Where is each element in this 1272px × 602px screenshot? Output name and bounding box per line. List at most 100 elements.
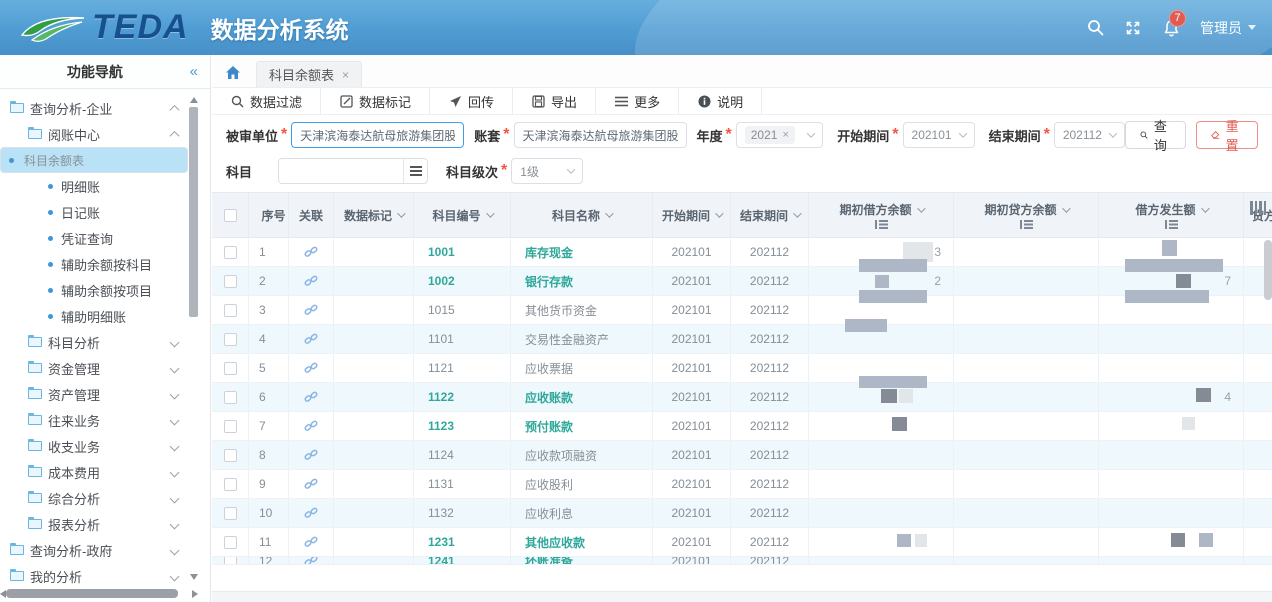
data-filter-button[interactable]: 数据过滤 xyxy=(212,88,321,114)
sort-icon[interactable] xyxy=(917,204,925,212)
table-row[interactable]: 5 1121 应收票据 202101 202112 xyxy=(212,354,1272,383)
sidebar-item-aux-balance-project[interactable]: 辅助余额按项目 xyxy=(0,277,188,303)
close-icon[interactable]: × xyxy=(342,68,349,82)
send-back-button[interactable]: 回传 xyxy=(430,88,513,114)
home-icon[interactable] xyxy=(220,60,246,84)
more-button[interactable]: 更多 xyxy=(596,88,679,114)
link-icon[interactable] xyxy=(304,332,318,346)
row-checkbox[interactable] xyxy=(224,333,237,346)
row-checkbox[interactable] xyxy=(224,275,237,288)
link-icon[interactable] xyxy=(304,274,318,288)
search-icon[interactable] xyxy=(1086,19,1104,37)
table-row[interactable]: 6 1122 应收账款 202101 202112 4 xyxy=(212,383,1272,412)
sort-icon[interactable] xyxy=(793,209,801,217)
subject-input[interactable] xyxy=(287,159,403,183)
folder-icon xyxy=(28,389,42,399)
sidebar-collapse-icon[interactable]: « xyxy=(190,63,198,80)
row-checkbox[interactable] xyxy=(224,246,237,259)
sidebar-vertical-scrollbar[interactable] xyxy=(189,95,198,582)
end-period-select[interactable]: 202112 xyxy=(1054,122,1125,148)
table-vertical-scrollbar[interactable] xyxy=(1264,240,1272,300)
sidebar-item-transactions[interactable]: 往来业务 xyxy=(0,407,188,433)
link-icon[interactable] xyxy=(304,506,318,520)
tab-subject-balance[interactable]: 科目余额表 × xyxy=(256,61,362,87)
folder-icon xyxy=(28,363,42,373)
table-row[interactable]: 4 1101 交易性金融资产 202101 202112 xyxy=(212,325,1272,354)
row-checkbox[interactable] xyxy=(224,478,237,491)
row-checkbox[interactable] xyxy=(224,557,237,565)
subject-level-select[interactable]: 1级 xyxy=(511,158,583,184)
sidebar-item-income-expense[interactable]: 收支业务 xyxy=(0,433,188,459)
notifications-bell-icon[interactable]: 7 xyxy=(1162,19,1180,37)
table-row[interactable]: 7 1123 预付账款 202101 202112 xyxy=(212,412,1272,441)
row-checkbox[interactable] xyxy=(224,420,237,433)
sort-icon[interactable] xyxy=(397,209,405,217)
link-icon[interactable] xyxy=(304,245,318,259)
sidebar-item-query-enterprise[interactable]: 查询分析-企业 xyxy=(0,95,188,121)
table-row[interactable]: 8 1124 应收款项融资 202101 202112 xyxy=(212,441,1272,470)
sidebar-horizontal-scrollbar[interactable] xyxy=(0,589,200,599)
link-icon[interactable] xyxy=(304,419,318,433)
table-row[interactable]: 11 1231 其他应收款 202101 202112 xyxy=(212,528,1272,557)
table-row[interactable]: 2 1002 银行存款 202101 202112 2 7 xyxy=(212,267,1272,296)
link-icon[interactable] xyxy=(304,361,318,375)
sidebar-item-subject-analysis[interactable]: 科目分析 xyxy=(0,329,188,355)
info-button[interactable]: 说明 xyxy=(679,88,762,114)
query-button[interactable]: 查询 xyxy=(1125,121,1186,149)
start-period-select[interactable]: 202101 xyxy=(903,122,975,148)
summary-icon[interactable] xyxy=(875,220,887,229)
column-settings-icon[interactable] xyxy=(1250,201,1266,215)
link-icon[interactable] xyxy=(304,535,318,549)
sort-icon[interactable] xyxy=(715,209,723,217)
sort-icon[interactable] xyxy=(605,209,613,217)
data-mark-button[interactable]: 数据标记 xyxy=(321,88,430,114)
link-icon[interactable] xyxy=(304,557,318,565)
row-checkbox[interactable] xyxy=(224,391,237,404)
sidebar-item-comprehensive[interactable]: 综合分析 xyxy=(0,485,188,511)
link-icon[interactable] xyxy=(304,303,318,317)
sidebar-item-subject-balance[interactable]: 科目余额表 xyxy=(0,147,188,173)
user-menu[interactable]: 管理员 xyxy=(1200,18,1256,38)
account-set-input[interactable] xyxy=(514,122,687,148)
row-checkbox[interactable] xyxy=(224,362,237,375)
sort-icon[interactable] xyxy=(1201,204,1209,212)
row-checkbox[interactable] xyxy=(224,507,237,520)
remove-tag-icon[interactable]: × xyxy=(782,129,788,141)
row-checkbox[interactable] xyxy=(224,449,237,462)
reset-button[interactable]: 重置 xyxy=(1196,121,1258,149)
audited-unit-input[interactable] xyxy=(291,122,464,148)
year-select[interactable]: 2021× xyxy=(736,122,824,148)
sidebar-item-fund-mgmt[interactable]: 资金管理 xyxy=(0,355,188,381)
export-button[interactable]: 导出 xyxy=(513,88,596,114)
table-row[interactable]: 3 1015 其他货币资金 202101 202112 xyxy=(212,296,1272,325)
link-icon[interactable] xyxy=(304,477,318,491)
sidebar-item-cost-expense[interactable]: 成本费用 xyxy=(0,459,188,485)
sort-icon[interactable] xyxy=(486,209,494,217)
redaction xyxy=(1196,388,1211,402)
row-checkbox[interactable] xyxy=(224,536,237,549)
summary-icon[interactable] xyxy=(1020,220,1032,229)
sidebar-item-asset-mgmt[interactable]: 资产管理 xyxy=(0,381,188,407)
sidebar-item-voucher-query[interactable]: 凭证查询 xyxy=(0,225,188,251)
sidebar-item-ledger-center[interactable]: 阅账中心 xyxy=(0,121,188,147)
sidebar-item-journal[interactable]: 日记账 xyxy=(0,199,188,225)
fullscreen-icon[interactable] xyxy=(1124,19,1142,37)
subject-picker-icon[interactable] xyxy=(403,159,427,183)
link-icon[interactable] xyxy=(304,390,318,404)
table-row[interactable]: 9 1131 应收股利 202101 202112 xyxy=(212,470,1272,499)
sidebar-item-report-analysis[interactable]: 报表分析 xyxy=(0,511,188,537)
sidebar-item-detail-ledger[interactable]: 明细账 xyxy=(0,173,188,199)
app-window: TEDA 数据分析系统 7 管理员 功 xyxy=(0,0,1272,602)
sidebar-item-my-analysis[interactable]: 我的分析 xyxy=(0,563,188,584)
link-icon[interactable] xyxy=(304,448,318,462)
sidebar-item-aux-detail[interactable]: 辅助明细账 xyxy=(0,303,188,329)
table-row[interactable]: 10 1132 应收利息 202101 202112 xyxy=(212,499,1272,528)
sidebar-item-query-government[interactable]: 查询分析-政府 xyxy=(0,537,188,563)
select-all-checkbox[interactable] xyxy=(224,209,237,222)
sort-icon[interactable] xyxy=(1062,204,1070,212)
row-checkbox[interactable] xyxy=(224,304,237,317)
sidebar-item-aux-balance-subject[interactable]: 辅助余额按科目 xyxy=(0,251,188,277)
summary-icon[interactable] xyxy=(1165,220,1177,229)
table-row[interactable]: 1 1001 库存现金 202101 202112 3 xyxy=(212,238,1272,267)
table-row[interactable]: 12 1241 坏账准备 202101 202112 xyxy=(212,557,1272,565)
